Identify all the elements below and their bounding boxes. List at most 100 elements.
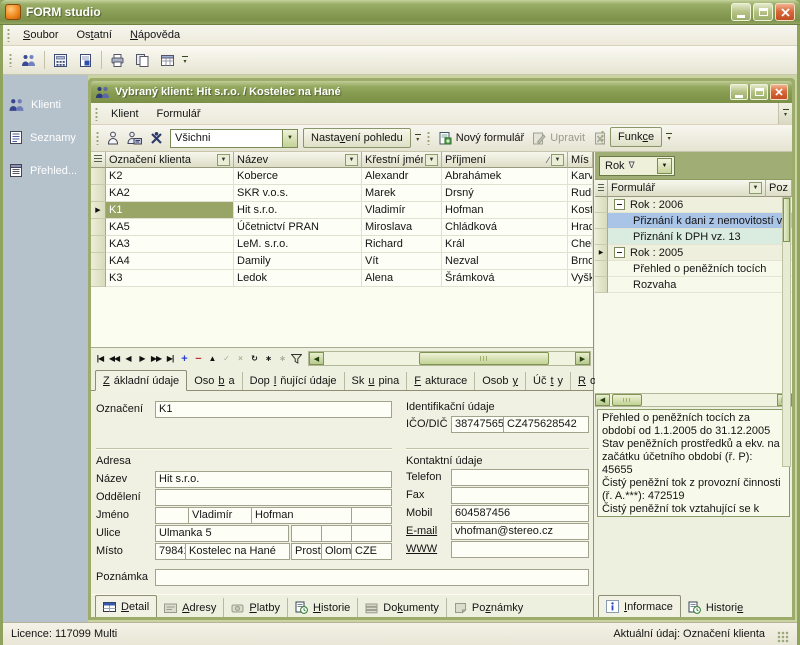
tab-zakladni-udaje[interactable]: Základní údaje: [95, 370, 187, 391]
filter-dropdown-icon[interactable]: ▼: [217, 154, 230, 166]
oznaceni-field[interactable]: K1: [155, 401, 392, 418]
grid-row[interactable]: KA2 SKR v.o.s. Marek Drsný Rudr: [91, 185, 593, 202]
oddeleni-field[interactable]: [155, 489, 392, 506]
filter-dropdown-icon[interactable]: ▼: [551, 154, 564, 166]
tab-fakturace[interactable]: Fakturace: [406, 372, 474, 390]
form-item-label[interactable]: Přiznání k dani z nemovitostí vz: [608, 213, 792, 229]
telefon-field[interactable]: [451, 469, 589, 486]
cell[interactable]: KA4: [106, 253, 234, 270]
grid-row[interactable]: K3 Ledok Alena Šrámková Vyšk: [91, 270, 593, 287]
tab-platby[interactable]: Platby: [223, 598, 287, 617]
client-maximize-button[interactable]: [750, 84, 768, 100]
scrollbar-thumb[interactable]: [419, 352, 549, 365]
titul-za-field[interactable]: [351, 507, 392, 524]
www-label-link[interactable]: WWW: [406, 541, 437, 558]
tab-skupina[interactable]: Skupina: [344, 372, 407, 390]
column-header-oznaceni[interactable]: Označení klienta▼: [106, 152, 234, 168]
tree-item-row[interactable]: Rozvaha: [595, 277, 792, 293]
tab-detail[interactable]: Detail: [95, 595, 157, 617]
grid-horizontal-scrollbar[interactable]: ◀ ▶: [308, 351, 591, 366]
client-detail-button[interactable]: [103, 127, 123, 149]
misto-field[interactable]: Kostelec na Hané: [185, 543, 290, 560]
tree-item-row-selected[interactable]: Přiznání k dani z nemovitostí vz: [595, 213, 792, 229]
sidebar-item-seznamy[interactable]: Seznamy: [3, 121, 88, 154]
ulice-ext-field[interactable]: [351, 525, 392, 542]
client-close-button[interactable]: [770, 84, 788, 100]
cell[interactable]: Kost: [568, 202, 593, 219]
nav-edit-button[interactable]: ▲: [205, 351, 219, 367]
cell[interactable]: Drsný: [442, 185, 568, 202]
dic-field[interactable]: CZ475628542: [503, 416, 589, 433]
column-header-misto[interactable]: Místo: [568, 152, 593, 168]
cell[interactable]: Vyšk: [568, 270, 593, 287]
nav-post-button[interactable]: ✓: [219, 351, 233, 367]
cell[interactable]: Ledok: [234, 270, 362, 287]
www-field[interactable]: [451, 541, 589, 558]
email-field[interactable]: vhofman@stereo.cz: [451, 523, 589, 540]
view-settings-button[interactable]: Nastavení pohledu: [303, 128, 411, 148]
cell[interactable]: Nezval: [442, 253, 568, 270]
forms-vertical-scrollbar[interactable]: [782, 197, 791, 467]
grid-row[interactable]: KA5 Účetnictví PRAN Miroslava Chládková …: [91, 219, 593, 236]
tab-historie[interactable]: Historie: [287, 598, 357, 617]
mobil-field[interactable]: 604587456: [451, 505, 589, 522]
ulice-field[interactable]: Ulmanka 5: [155, 525, 289, 542]
forms-horizontal-scrollbar[interactable]: ◀ ▶: [595, 393, 792, 407]
form-item-label[interactable]: Přiznání k DPH vz. 13: [608, 229, 792, 245]
nav-refresh-button[interactable]: ↻: [247, 351, 261, 367]
cell[interactable]: Abrahámek: [442, 168, 568, 185]
menubar-grip[interactable]: [7, 28, 10, 42]
cell[interactable]: Účetnictví PRAN: [234, 219, 362, 236]
filter-dropdown-icon[interactable]: ▼: [345, 154, 358, 166]
close-button[interactable]: [775, 3, 795, 21]
form-item-label[interactable]: Přehled o peněžních tocích: [608, 261, 792, 277]
nav-first-button[interactable]: |◀: [93, 351, 107, 367]
scrollbar-thumb[interactable]: [612, 394, 642, 406]
ulice-co-field[interactable]: [321, 525, 352, 542]
cell[interactable]: Hofman: [442, 202, 568, 219]
grid-row[interactable]: K2 Koberce Alexandr Abrahámek Karv: [91, 168, 593, 185]
menubar-overflow-button[interactable]: ▾: [778, 103, 792, 124]
jmeno-field[interactable]: Vladimír: [188, 507, 252, 524]
nav-next-button[interactable]: ▶: [135, 351, 149, 367]
tab-osoby[interactable]: Osoby: [474, 372, 525, 390]
toolbar-overflow-button[interactable]: ▾: [180, 50, 190, 70]
cell[interactable]: LeM. s.r.o.: [234, 236, 362, 253]
fax-field[interactable]: [451, 487, 589, 504]
ico-field[interactable]: 38747565: [451, 416, 504, 433]
functions-button[interactable]: Funkce: [610, 127, 662, 147]
cell[interactable]: Alexandr: [362, 168, 442, 185]
titul-pred-field[interactable]: [155, 507, 189, 524]
menubar-grip[interactable]: [95, 107, 98, 121]
forms-toolbar-button[interactable]: [73, 49, 98, 71]
sidebar-item-prehled[interactable]: Přehled...: [3, 154, 88, 187]
maximize-button[interactable]: [753, 3, 773, 21]
sidebar-item-klienti[interactable]: Klienti: [3, 89, 88, 121]
toolbar-grip[interactable]: [96, 131, 99, 145]
stat-field[interactable]: CZE: [351, 543, 392, 560]
toolbar-grip[interactable]: [427, 131, 430, 145]
menu-soubor[interactable]: Soubor: [14, 26, 67, 44]
form-item-label[interactable]: Rozvaha: [608, 277, 792, 293]
toolbar-grip[interactable]: [601, 130, 604, 144]
cell[interactable]: K3: [106, 270, 234, 287]
column-header-poz[interactable]: Poz: [766, 180, 792, 197]
nav-delete-button[interactable]: −: [191, 351, 205, 367]
cell[interactable]: Vladimír: [362, 202, 442, 219]
kraj-field[interactable]: Olom: [321, 543, 352, 560]
cell[interactable]: Hit s.r.o.: [234, 202, 362, 219]
scrollbar-track[interactable]: [324, 352, 575, 365]
collapse-icon[interactable]: [614, 247, 625, 258]
okres-field[interactable]: Prost: [291, 543, 322, 560]
minimize-button[interactable]: [731, 3, 751, 21]
scroll-left-button[interactable]: ◀: [309, 352, 324, 365]
toolbar-overflow-button[interactable]: ▾: [664, 127, 674, 147]
tab-doplnujici-udaje[interactable]: Doplňující údaje: [242, 372, 344, 390]
nav-goto-bookmark-button[interactable]: ∗: [275, 351, 289, 367]
tab-osoba[interactable]: Osoba: [187, 372, 241, 390]
cell[interactable]: Vít: [362, 253, 442, 270]
lists-toolbar-button[interactable]: [48, 49, 73, 71]
tree-item-row[interactable]: Přehled o peněžních tocích: [595, 261, 792, 277]
cell[interactable]: KA3: [106, 236, 234, 253]
ulice-cp-field[interactable]: [291, 525, 322, 542]
